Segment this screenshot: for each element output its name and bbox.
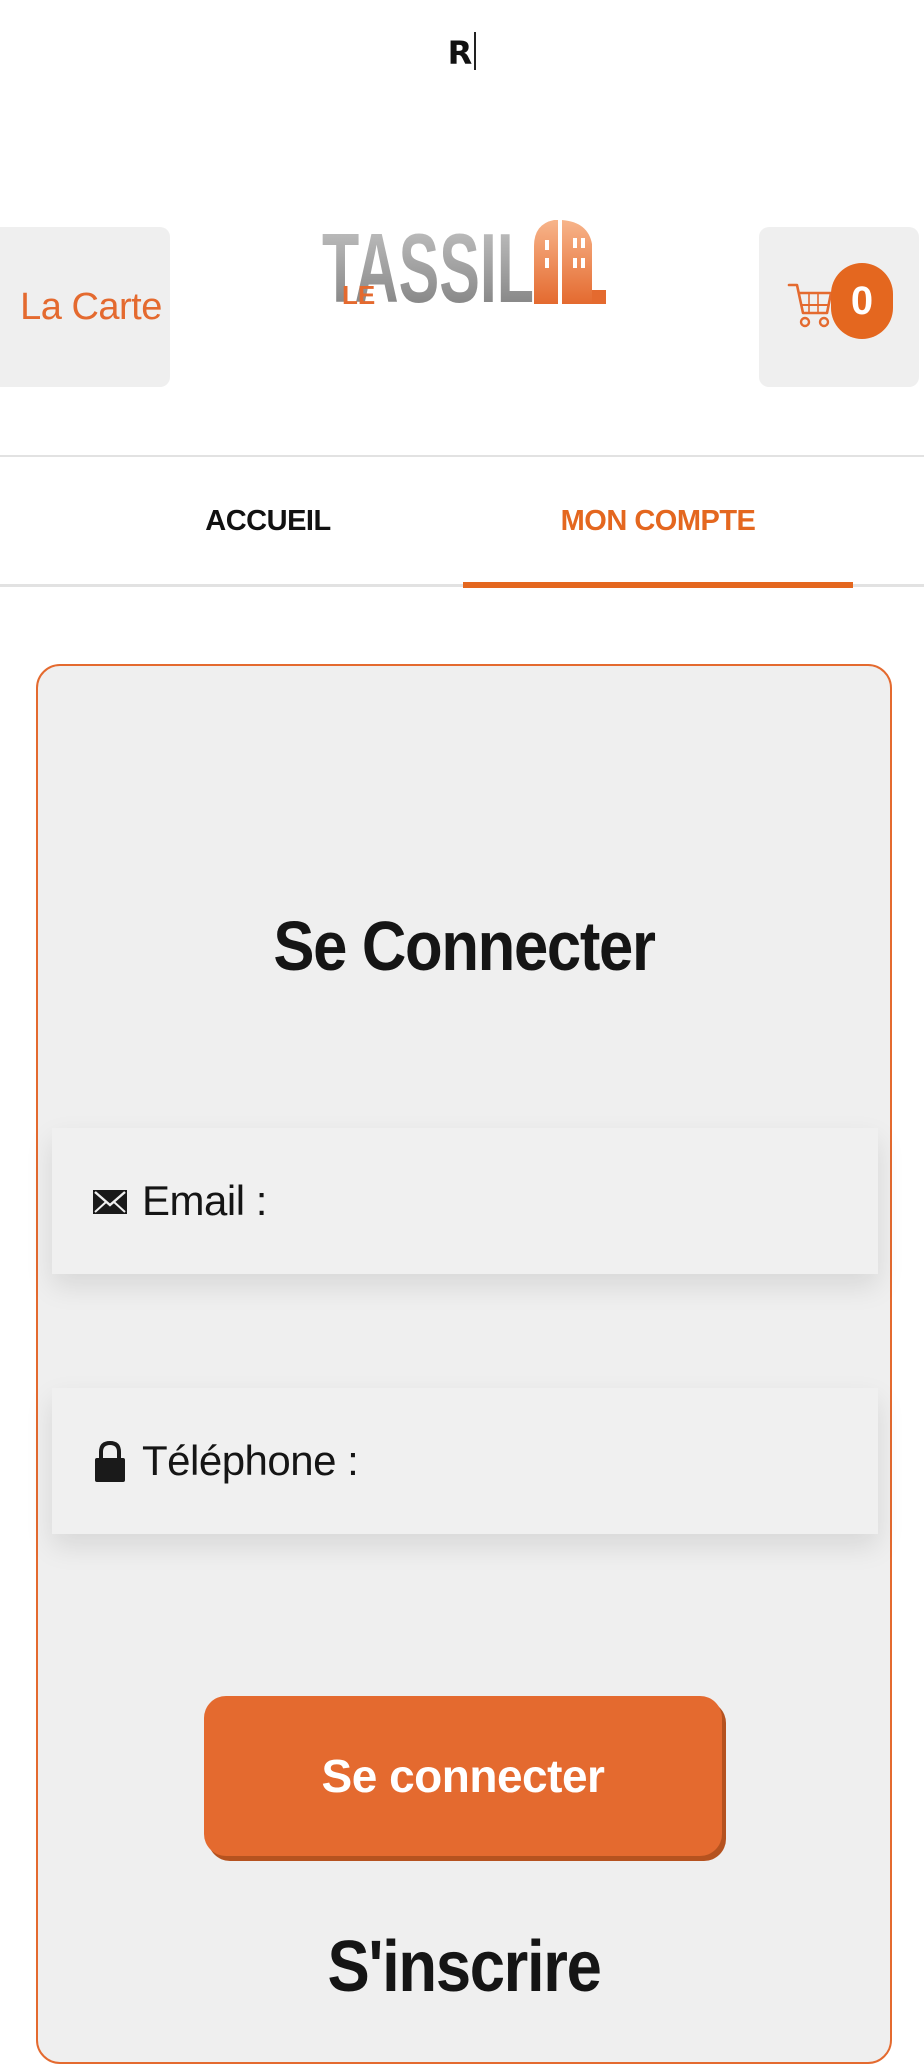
login-submit-button[interactable]: Se connecter <box>204 1696 722 1856</box>
email-label: Email : <box>142 1177 267 1224</box>
status-indicator: R <box>0 28 924 78</box>
active-tab-indicator <box>463 582 853 588</box>
logo-prefix: LE <box>342 280 375 310</box>
email-field[interactable]: Email : <box>52 1128 878 1274</box>
status-indicator-text: R <box>447 34 473 72</box>
tab-mon-compte[interactable]: MON COMPTE <box>463 457 853 585</box>
main-nav: ACCUEIL MON COMPTE <box>0 455 924 588</box>
login-title: Se Connecter <box>273 907 656 985</box>
register-title: S'inscrire <box>327 1927 601 2007</box>
telephone-field[interactable]: Téléphone : <box>52 1388 878 1534</box>
logo[interactable]: TASSIL LE <box>322 213 608 323</box>
tab-accueil[interactable]: ACCUEIL <box>80 457 456 585</box>
header: La Carte TASSIL LE 0 <box>0 200 924 450</box>
text-cursor <box>474 32 477 70</box>
la-carte-button[interactable]: La Carte <box>0 227 170 387</box>
logo-arches <box>534 220 606 304</box>
telephone-label: Téléphone : <box>142 1437 359 1484</box>
cart-button[interactable]: 0 <box>759 227 919 387</box>
lock-icon <box>92 1440 128 1484</box>
logo-graphic: TASSIL LE <box>322 213 606 323</box>
cart-icon <box>787 279 833 331</box>
login-card: Se Connecter Email : Téléphone : Se conn… <box>36 664 892 2064</box>
cart-count-badge: 0 <box>831 263 893 339</box>
envelope-icon <box>92 1180 128 1224</box>
